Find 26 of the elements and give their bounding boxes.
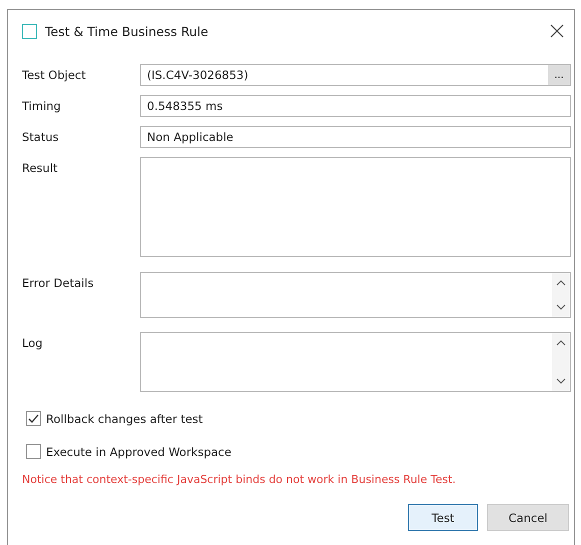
window-title: Test & Time Business Rule bbox=[45, 24, 210, 38]
field-label: Error Details bbox=[22, 275, 95, 290]
scroll-down-icon[interactable] bbox=[556, 377, 566, 385]
window-icon bbox=[22, 24, 37, 38]
text-field[interactable]: 0.548355 ms bbox=[140, 95, 571, 117]
checkbox-label: Rollback changes after test bbox=[46, 412, 203, 426]
notice-text: Notice that context-specific JavaScript binds do not work in Business Rule Test. bbox=[22, 473, 457, 486]
checkbox[interactable] bbox=[26, 444, 41, 459]
scrollbar[interactable] bbox=[552, 333, 570, 391]
scroll-up-icon[interactable] bbox=[556, 339, 566, 347]
text-field[interactable]: Non Applicable bbox=[140, 126, 571, 148]
checkbox[interactable] bbox=[26, 411, 41, 426]
close-icon[interactable] bbox=[550, 24, 564, 38]
dialog-button[interactable]: Cancel bbox=[487, 504, 569, 531]
checkbox-label: Execute in Approved Workspace bbox=[46, 444, 232, 458]
field-label: Log bbox=[22, 335, 44, 350]
object-field[interactable]: (IS.C4V-3026853) ... bbox=[140, 64, 571, 86]
browse-button[interactable]: ... bbox=[548, 65, 570, 85]
scroll-up-icon[interactable] bbox=[556, 279, 566, 287]
field-label: Test Object bbox=[22, 67, 87, 82]
field-label: Result bbox=[22, 160, 59, 175]
field-label: Timing bbox=[22, 98, 62, 113]
scrollbar[interactable] bbox=[552, 273, 570, 317]
field-label: Status bbox=[22, 129, 60, 144]
dialog-button[interactable]: Test bbox=[408, 504, 478, 531]
scroll-down-icon[interactable] bbox=[556, 303, 566, 311]
